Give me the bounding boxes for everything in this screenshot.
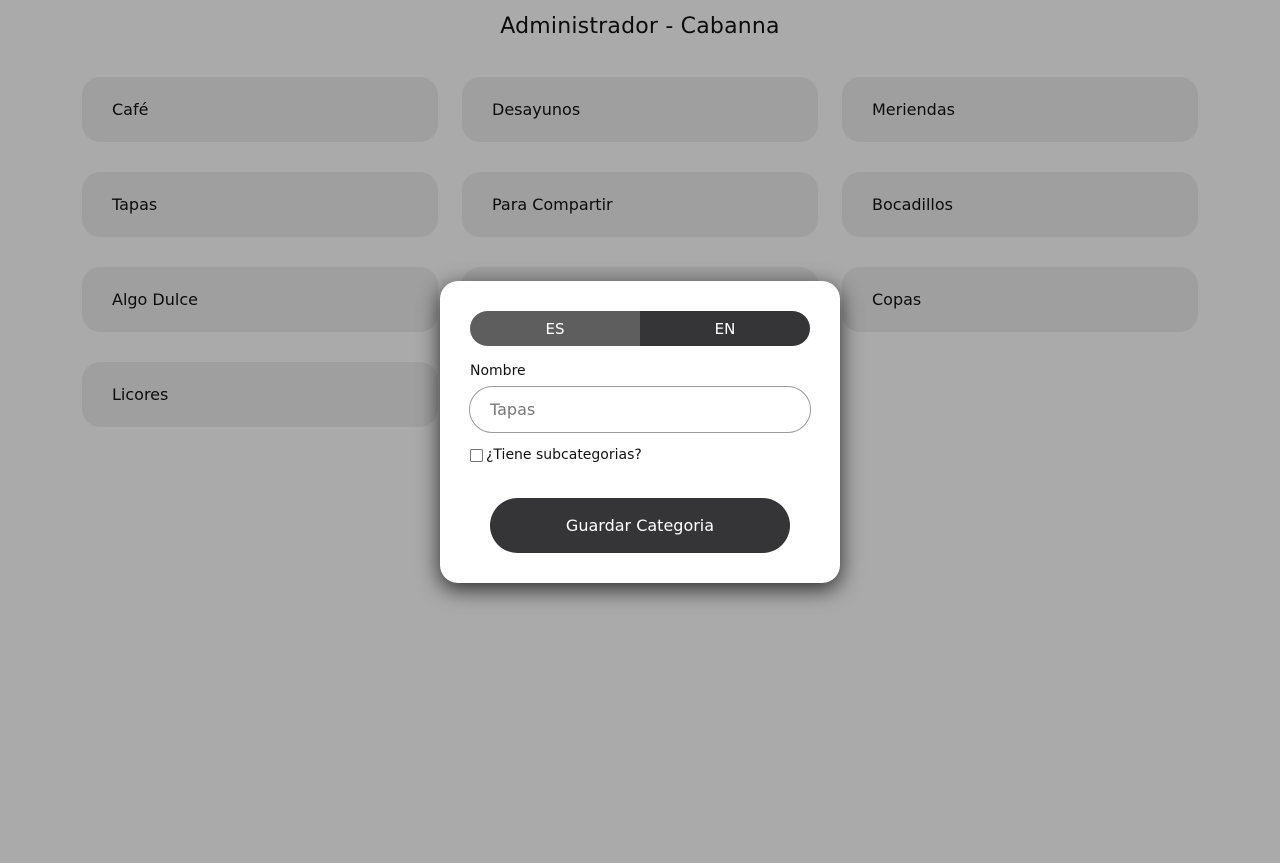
- subcategories-row: ¿Tiene subcategorias?: [470, 447, 642, 463]
- language-tab-en[interactable]: EN: [640, 311, 810, 346]
- language-toggle: ES EN: [470, 311, 810, 346]
- category-edit-modal: ES EN Nombre ¿Tiene subcategorias? Guard…: [440, 281, 840, 583]
- subcategories-label: ¿Tiene subcategorias?: [486, 447, 642, 463]
- language-tab-es[interactable]: ES: [470, 311, 640, 346]
- name-input[interactable]: [469, 386, 811, 433]
- subcategories-checkbox[interactable]: [470, 448, 483, 462]
- save-category-button[interactable]: Guardar Categoria: [490, 498, 790, 553]
- name-field-label: Nombre: [470, 363, 526, 379]
